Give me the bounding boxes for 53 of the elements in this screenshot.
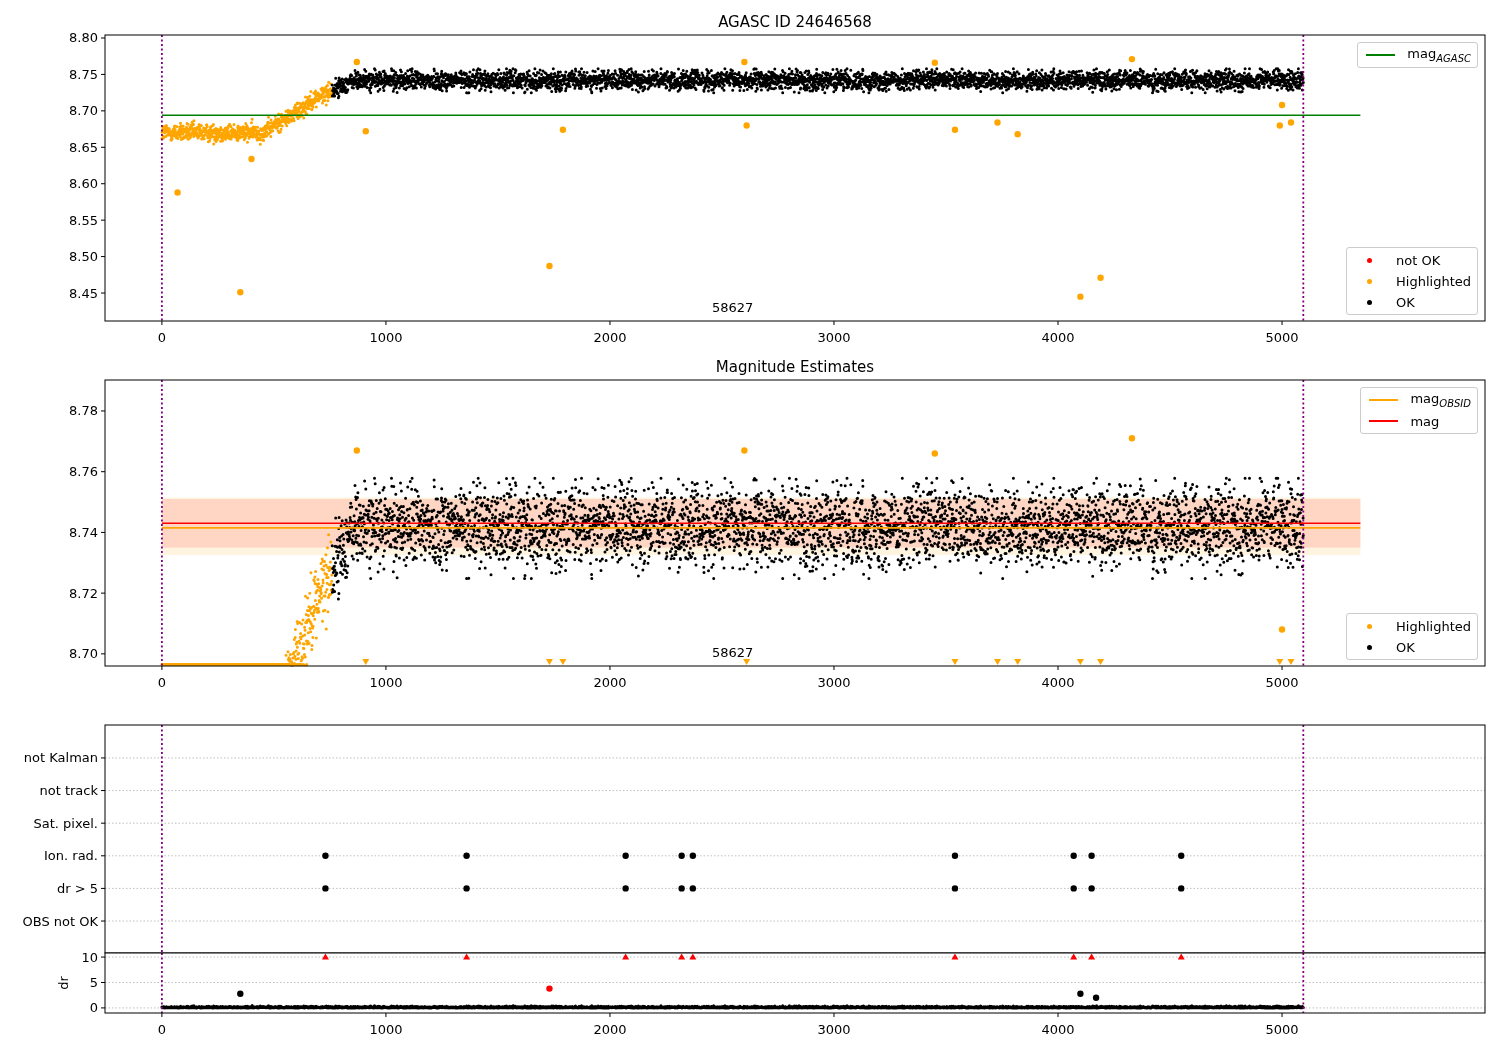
tick-label: 8.65 bbox=[69, 139, 98, 155]
legend-label: Highlighted bbox=[1396, 273, 1471, 289]
tick-label: 1000 bbox=[369, 1022, 403, 1037]
tick-label: 8.50 bbox=[69, 249, 98, 265]
chart-title: AGASC ID 24646568 bbox=[718, 13, 872, 31]
tick-label: 8.80 bbox=[69, 30, 98, 46]
tick-label: 3000 bbox=[817, 675, 851, 690]
legend-label: OK bbox=[1396, 639, 1415, 655]
tick-label: 1000 bbox=[369, 675, 403, 690]
tick-label: 8.60 bbox=[69, 176, 98, 192]
tick-label: 8.76 bbox=[69, 464, 98, 480]
tick-label: 1000 bbox=[369, 330, 403, 345]
tick-label: 0 bbox=[89, 1000, 98, 1016]
tick-label: OBS not OK bbox=[22, 913, 98, 929]
tick-label: 2000 bbox=[593, 1022, 627, 1037]
tick-label: Ion. rad. bbox=[44, 848, 98, 864]
tick-label: 0 bbox=[157, 675, 167, 690]
tick-label: 8.74 bbox=[69, 524, 98, 540]
tick-label: 8.78 bbox=[69, 403, 98, 419]
tick-label: 0 bbox=[157, 1022, 167, 1037]
tick-label: 8.45 bbox=[69, 285, 98, 301]
tick-label: 5000 bbox=[1265, 330, 1299, 345]
tick-label: dr > 5 bbox=[56, 880, 98, 896]
legend-label: OK bbox=[1396, 294, 1415, 310]
tick-label: 8.55 bbox=[69, 212, 98, 228]
tick-label: 4000 bbox=[1041, 330, 1075, 345]
legend-label: not OK bbox=[1396, 252, 1441, 268]
tick-label: 0 bbox=[157, 330, 167, 345]
legend-label: mag$_{AGASC}$ bbox=[1407, 46, 1471, 64]
tick-label: not track bbox=[39, 783, 98, 799]
tick-label: 5000 bbox=[1265, 1022, 1299, 1037]
annotation-label: 58627 bbox=[711, 645, 754, 660]
tick-label: 8.70 bbox=[69, 646, 98, 662]
tick-label: 8.72 bbox=[69, 585, 98, 601]
tick-label: 8.75 bbox=[69, 66, 98, 82]
tick-label: 2000 bbox=[593, 330, 627, 345]
tick-label: 5000 bbox=[1265, 675, 1299, 690]
legend-label: mag bbox=[1410, 413, 1440, 429]
tick-label: Sat. pixel. bbox=[33, 815, 98, 831]
tick-label: 3000 bbox=[817, 1022, 851, 1037]
legend-label: Highlighted bbox=[1396, 618, 1471, 634]
axis-label: dr bbox=[56, 976, 71, 990]
tick-label: 4000 bbox=[1041, 1022, 1075, 1037]
tick-label: 3000 bbox=[817, 330, 851, 345]
tick-label: not Kalman bbox=[23, 750, 98, 766]
annotation-label: 58627 bbox=[711, 300, 754, 315]
chart-title: Magnitude Estimates bbox=[715, 358, 875, 376]
tick-label: 10 bbox=[81, 949, 98, 965]
legend-label: mag$_{OBSID}$ bbox=[1410, 391, 1471, 409]
tick-label: 4000 bbox=[1041, 675, 1075, 690]
tick-label: 8.70 bbox=[69, 103, 98, 119]
tick-label: 2000 bbox=[593, 675, 627, 690]
tick-label: 5 bbox=[89, 975, 98, 990]
